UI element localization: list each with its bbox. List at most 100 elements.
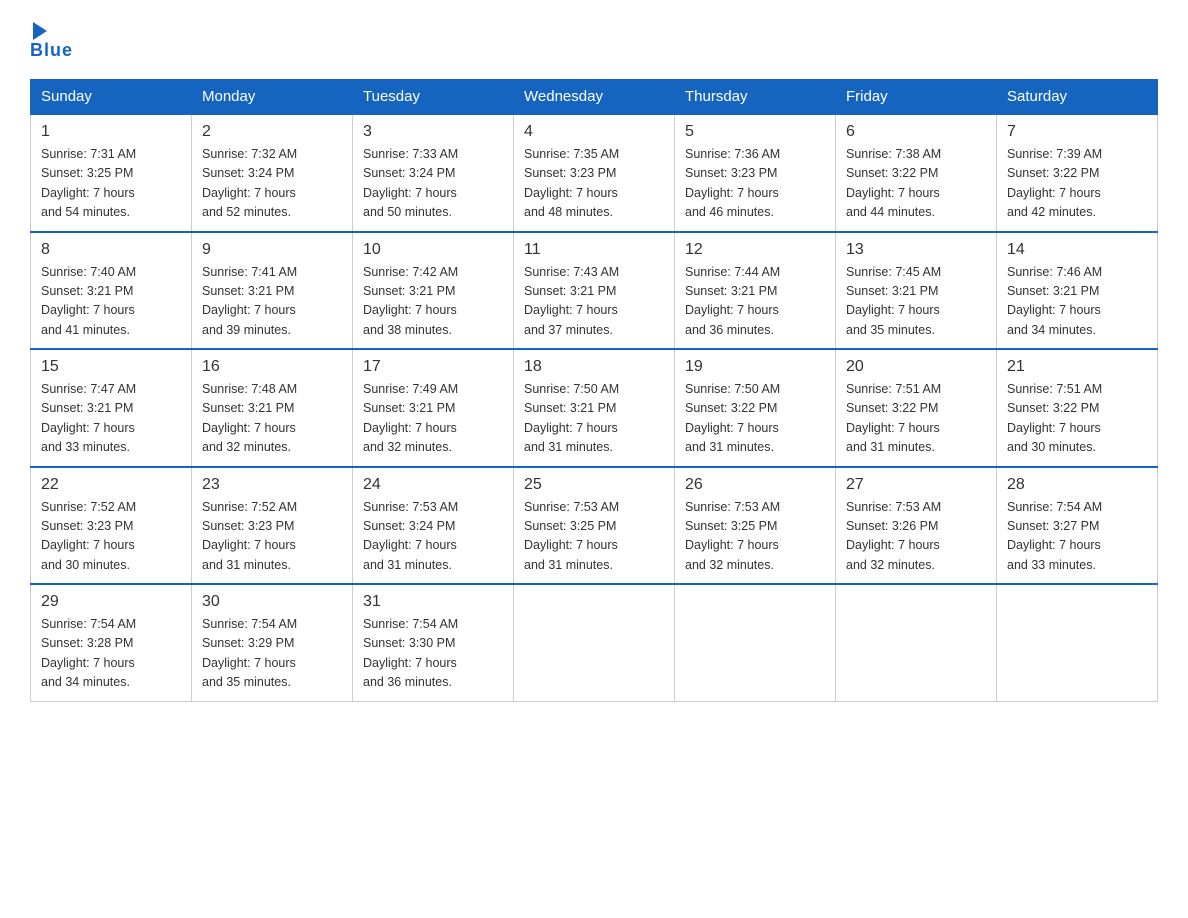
calendar-header-wednesday: Wednesday	[514, 80, 675, 115]
day-info: Sunrise: 7:38 AMSunset: 3:22 PMDaylight:…	[846, 145, 986, 223]
day-number: 30	[202, 593, 342, 611]
day-number: 10	[363, 241, 503, 259]
calendar-day-cell	[997, 584, 1158, 701]
day-info: Sunrise: 7:43 AMSunset: 3:21 PMDaylight:…	[524, 263, 664, 341]
calendar-day-cell: 2Sunrise: 7:32 AMSunset: 3:24 PMDaylight…	[192, 114, 353, 232]
calendar-day-cell: 18Sunrise: 7:50 AMSunset: 3:21 PMDayligh…	[514, 349, 675, 467]
calendar-day-cell: 9 Sunrise: 7:41 AMSunset: 3:21 PMDaylight…	[192, 232, 353, 350]
day-info: Sunrise: 7:54 AMSunset: 3:29 PMDaylight:…	[202, 615, 342, 693]
calendar-day-cell: 13 Sunrise: 7:45 AMSunset: 3:21 PMDayligh…	[836, 232, 997, 350]
calendar-week-row: 1 Sunrise: 7:31 AMSunset: 3:25 PMDaylight…	[31, 114, 1158, 232]
day-info: Sunrise: 7:36 AMSunset: 3:23 PMDaylight:…	[685, 145, 825, 223]
day-info: Sunrise: 7:39 AMSunset: 3:22 PMDaylight:…	[1007, 145, 1147, 223]
day-number: 9	[202, 241, 342, 259]
day-info: Sunrise: 7:54 AMSunset: 3:27 PMDaylight:…	[1007, 498, 1147, 576]
day-number: 13	[846, 241, 986, 259]
calendar-header-thursday: Thursday	[675, 80, 836, 115]
calendar-day-cell: 11 Sunrise: 7:43 AMSunset: 3:21 PMDayligh…	[514, 232, 675, 350]
calendar-day-cell: 5Sunrise: 7:36 AMSunset: 3:23 PMDaylight…	[675, 114, 836, 232]
day-number: 25	[524, 476, 664, 494]
calendar-day-cell: 12 Sunrise: 7:44 AMSunset: 3:21 PMDayligh…	[675, 232, 836, 350]
calendar-day-cell	[514, 584, 675, 701]
calendar-header-sunday: Sunday	[31, 80, 192, 115]
calendar-day-cell: 3 Sunrise: 7:33 AMSunset: 3:24 PMDaylight…	[353, 114, 514, 232]
calendar-week-row: 22 Sunrise: 7:52 AMSunset: 3:23 PMDayligh…	[31, 467, 1158, 585]
day-number: 3	[363, 123, 503, 141]
calendar-day-cell: 23Sunrise: 7:52 AMSunset: 3:23 PMDayligh…	[192, 467, 353, 585]
day-info: Sunrise: 7:53 AMSunset: 3:25 PMDaylight:…	[685, 498, 825, 576]
calendar-day-cell: 28 Sunrise: 7:54 AMSunset: 3:27 PMDayligh…	[997, 467, 1158, 585]
calendar-header-monday: Monday	[192, 80, 353, 115]
calendar-day-cell: 31 Sunrise: 7:54 AMSunset: 3:30 PMDayligh…	[353, 584, 514, 701]
calendar-day-cell: 4Sunrise: 7:35 AMSunset: 3:23 PMDaylight…	[514, 114, 675, 232]
day-number: 29	[41, 593, 181, 611]
calendar-day-cell: 6 Sunrise: 7:38 AMSunset: 3:22 PMDaylight…	[836, 114, 997, 232]
day-number: 14	[1007, 241, 1147, 259]
calendar-day-cell: 15Sunrise: 7:47 AMSunset: 3:21 PMDayligh…	[31, 349, 192, 467]
calendar-day-cell: 29 Sunrise: 7:54 AMSunset: 3:28 PMDayligh…	[31, 584, 192, 701]
day-number: 16	[202, 358, 342, 376]
calendar-day-cell: 10 Sunrise: 7:42 AMSunset: 3:21 PMDayligh…	[353, 232, 514, 350]
day-number: 1	[41, 123, 181, 141]
calendar-day-cell: 17 Sunrise: 7:49 AMSunset: 3:21 PMDayligh…	[353, 349, 514, 467]
calendar-day-cell: 20 Sunrise: 7:51 AMSunset: 3:22 PMDayligh…	[836, 349, 997, 467]
calendar-day-cell: 26 Sunrise: 7:53 AMSunset: 3:25 PMDayligh…	[675, 467, 836, 585]
calendar-week-row: 8 Sunrise: 7:40 AMSunset: 3:21 PMDaylight…	[31, 232, 1158, 350]
calendar-day-cell: 27Sunrise: 7:53 AMSunset: 3:26 PMDayligh…	[836, 467, 997, 585]
calendar-day-cell: 30 Sunrise: 7:54 AMSunset: 3:29 PMDayligh…	[192, 584, 353, 701]
calendar-day-cell: 8 Sunrise: 7:40 AMSunset: 3:21 PMDaylight…	[31, 232, 192, 350]
logo-arrow-icon	[33, 22, 47, 40]
calendar-day-cell: 19 Sunrise: 7:50 AMSunset: 3:22 PMDayligh…	[675, 349, 836, 467]
calendar-header-row: SundayMondayTuesdayWednesdayThursdayFrid…	[31, 80, 1158, 115]
day-info: Sunrise: 7:42 AMSunset: 3:21 PMDaylight:…	[363, 263, 503, 341]
day-info: Sunrise: 7:32 AMSunset: 3:24 PMDaylight:…	[202, 145, 342, 223]
day-info: Sunrise: 7:31 AMSunset: 3:25 PMDaylight:…	[41, 145, 181, 223]
page-header: Blue	[30, 20, 1158, 61]
day-info: Sunrise: 7:54 AMSunset: 3:28 PMDaylight:…	[41, 615, 181, 693]
logo: Blue	[30, 20, 73, 61]
calendar-day-cell: 16Sunrise: 7:48 AMSunset: 3:21 PMDayligh…	[192, 349, 353, 467]
calendar-day-cell: 14Sunrise: 7:46 AMSunset: 3:21 PMDayligh…	[997, 232, 1158, 350]
day-number: 26	[685, 476, 825, 494]
day-number: 31	[363, 593, 503, 611]
day-info: Sunrise: 7:40 AMSunset: 3:21 PMDaylight:…	[41, 263, 181, 341]
calendar-day-cell: 24Sunrise: 7:53 AMSunset: 3:24 PMDayligh…	[353, 467, 514, 585]
day-number: 17	[363, 358, 503, 376]
day-number: 7	[1007, 123, 1147, 141]
day-info: Sunrise: 7:33 AMSunset: 3:24 PMDaylight:…	[363, 145, 503, 223]
day-number: 19	[685, 358, 825, 376]
day-info: Sunrise: 7:52 AMSunset: 3:23 PMDaylight:…	[202, 498, 342, 576]
calendar-table: SundayMondayTuesdayWednesdayThursdayFrid…	[30, 79, 1158, 702]
calendar-day-cell: 1 Sunrise: 7:31 AMSunset: 3:25 PMDaylight…	[31, 114, 192, 232]
calendar-day-cell	[836, 584, 997, 701]
day-info: Sunrise: 7:35 AMSunset: 3:23 PMDaylight:…	[524, 145, 664, 223]
day-number: 8	[41, 241, 181, 259]
day-info: Sunrise: 7:49 AMSunset: 3:21 PMDaylight:…	[363, 380, 503, 458]
day-info: Sunrise: 7:52 AMSunset: 3:23 PMDaylight:…	[41, 498, 181, 576]
day-info: Sunrise: 7:50 AMSunset: 3:22 PMDaylight:…	[685, 380, 825, 458]
day-number: 27	[846, 476, 986, 494]
calendar-header-saturday: Saturday	[997, 80, 1158, 115]
calendar-header-tuesday: Tuesday	[353, 80, 514, 115]
day-number: 6	[846, 123, 986, 141]
day-number: 21	[1007, 358, 1147, 376]
day-info: Sunrise: 7:51 AMSunset: 3:22 PMDaylight:…	[1007, 380, 1147, 458]
day-info: Sunrise: 7:51 AMSunset: 3:22 PMDaylight:…	[846, 380, 986, 458]
calendar-day-cell	[675, 584, 836, 701]
day-info: Sunrise: 7:53 AMSunset: 3:24 PMDaylight:…	[363, 498, 503, 576]
day-number: 11	[524, 241, 664, 259]
calendar-week-row: 15Sunrise: 7:47 AMSunset: 3:21 PMDayligh…	[31, 349, 1158, 467]
calendar-day-cell: 25 Sunrise: 7:53 AMSunset: 3:25 PMDayligh…	[514, 467, 675, 585]
day-info: Sunrise: 7:41 AMSunset: 3:21 PMDaylight:…	[202, 263, 342, 341]
day-info: Sunrise: 7:44 AMSunset: 3:21 PMDaylight:…	[685, 263, 825, 341]
day-info: Sunrise: 7:45 AMSunset: 3:21 PMDaylight:…	[846, 263, 986, 341]
day-number: 28	[1007, 476, 1147, 494]
day-number: 22	[41, 476, 181, 494]
day-info: Sunrise: 7:53 AMSunset: 3:25 PMDaylight:…	[524, 498, 664, 576]
day-info: Sunrise: 7:54 AMSunset: 3:30 PMDaylight:…	[363, 615, 503, 693]
day-number: 20	[846, 358, 986, 376]
day-info: Sunrise: 7:47 AMSunset: 3:21 PMDaylight:…	[41, 380, 181, 458]
day-number: 12	[685, 241, 825, 259]
calendar-week-row: 29 Sunrise: 7:54 AMSunset: 3:28 PMDayligh…	[31, 584, 1158, 701]
day-number: 18	[524, 358, 664, 376]
